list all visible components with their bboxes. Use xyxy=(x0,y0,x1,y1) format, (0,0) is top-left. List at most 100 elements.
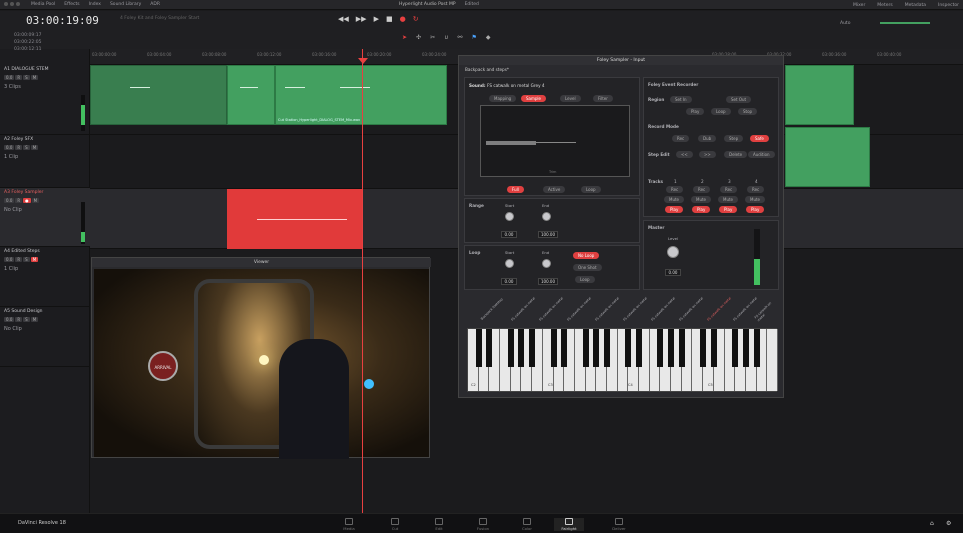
clip-a1-3[interactable]: Cut Station_Hyperlight_DIALOG_STEM_Mix.w… xyxy=(275,65,447,125)
viewer-window[interactable]: Viewer ARRIVAL xyxy=(91,257,431,459)
stop-icon[interactable]: ■ xyxy=(386,15,393,23)
foley-sampler-window[interactable]: Foley Sampler - Input Backpack and steps… xyxy=(458,55,784,398)
snap-icon[interactable]: ∪ xyxy=(444,34,448,41)
region-loop-button[interactable]: Loop xyxy=(711,108,731,115)
clip-a1-4[interactable] xyxy=(785,65,854,125)
metadata-button[interactable]: Metadata xyxy=(905,3,926,8)
meters-button[interactable]: Meters xyxy=(877,3,892,8)
clip-a2-1[interactable] xyxy=(785,127,870,187)
sample-waveform[interactable]: Trim xyxy=(480,105,630,177)
inspector-button[interactable]: Inspector xyxy=(938,3,959,8)
white-key[interactable] xyxy=(767,329,778,391)
black-key[interactable] xyxy=(625,329,632,367)
mixer-button[interactable]: Mixer xyxy=(853,3,865,8)
loop-mode-loop[interactable]: Loop xyxy=(575,276,595,283)
black-key[interactable] xyxy=(678,329,685,367)
loop-end-value[interactable]: 100.00 xyxy=(538,278,558,285)
razor-icon[interactable]: ✂ xyxy=(430,34,435,41)
black-key[interactable] xyxy=(486,329,493,367)
black-key[interactable] xyxy=(710,329,717,367)
clip-a3-1[interactable] xyxy=(227,189,362,249)
page-fusion[interactable]: Fusion xyxy=(468,518,498,531)
flag-icon[interactable]: ⚑ xyxy=(472,34,477,41)
loop-start-value[interactable]: 0.00 xyxy=(501,278,517,285)
page-deliver[interactable]: Deliver xyxy=(604,518,634,531)
fast-forward-icon[interactable]: ▶▶ xyxy=(356,15,367,23)
page-fairlight[interactable]: Fairlight xyxy=(554,518,584,531)
master-volume-slider[interactable] xyxy=(880,22,930,24)
range-end-value[interactable]: 100.00 xyxy=(538,231,558,238)
master-level-knob[interactable] xyxy=(667,246,679,258)
gear-icon[interactable]: ⚙ xyxy=(946,520,951,527)
black-key[interactable] xyxy=(529,329,536,367)
record-mode-rec[interactable]: Rec xyxy=(672,135,690,142)
loop-mode-one-shot[interactable]: One Shot xyxy=(573,264,602,271)
step-back-button[interactable]: << xyxy=(676,151,693,158)
clip-a1-1[interactable] xyxy=(90,65,227,125)
region-stop-button[interactable]: Stop xyxy=(738,108,758,115)
mode-loop[interactable]: Loop xyxy=(581,186,601,193)
loop-mode-no-loop[interactable]: No Loop xyxy=(573,252,600,259)
set-in-button[interactable]: Set In xyxy=(670,96,692,103)
record-icon[interactable]: ● xyxy=(400,15,406,23)
black-key[interactable] xyxy=(657,329,664,367)
piano-keyboard[interactable]: C2 C3 C4 C5 xyxy=(467,328,778,392)
mode-full[interactable]: Full xyxy=(507,186,524,193)
black-key[interactable] xyxy=(507,329,514,367)
black-key[interactable] xyxy=(603,329,610,367)
marker-icon[interactable]: ◆ xyxy=(486,34,491,41)
track-header-a5[interactable]: A5 Sound Design 0.0 R S M No Clip xyxy=(0,307,90,367)
black-key[interactable] xyxy=(668,329,675,367)
loop-start-knob[interactable] xyxy=(505,259,514,268)
tab-filter[interactable]: Filter xyxy=(593,95,613,102)
range-start-knob[interactable] xyxy=(505,212,514,221)
tab-sample[interactable]: Sample xyxy=(521,95,546,102)
index-button[interactable]: Index xyxy=(89,2,101,7)
tab-mapping[interactable]: Mapping xyxy=(489,95,517,102)
playhead-handle[interactable] xyxy=(358,58,368,64)
window-controls[interactable] xyxy=(4,1,22,8)
media-pool-button[interactable]: Media Pool xyxy=(31,2,55,7)
track-header-a3[interactable]: A3 Foley Sampler 0.0 R ● M No Clip xyxy=(0,188,90,247)
master-level-value[interactable]: 0.00 xyxy=(665,269,681,276)
set-out-button[interactable]: Set Out xyxy=(726,96,752,103)
preset-selector[interactable]: Backpack and steps* xyxy=(465,67,509,72)
record-mode-safe[interactable]: Safe xyxy=(750,135,769,142)
link-icon[interactable]: ⚯ xyxy=(458,34,463,41)
page-color[interactable]: Color xyxy=(512,518,542,531)
range-start-value[interactable]: 0.00 xyxy=(501,231,517,238)
black-key[interactable] xyxy=(636,329,643,367)
home-icon[interactable]: ⌂ xyxy=(930,520,934,527)
volume-value[interactable]: 0.0 xyxy=(4,75,15,80)
step-delete-button[interactable]: Delete xyxy=(724,151,748,158)
adr-button[interactable]: ADR xyxy=(150,2,160,7)
black-key[interactable] xyxy=(582,329,589,367)
rewind-icon[interactable]: ◀◀ xyxy=(338,15,349,23)
black-key[interactable] xyxy=(518,329,525,367)
record-mode-step[interactable]: Step xyxy=(724,135,744,142)
sound-library-button[interactable]: Sound Library xyxy=(110,2,141,7)
pointer-icon[interactable]: ➤ xyxy=(402,34,407,41)
track-header-a1[interactable]: A1 DIALOGUE STEM 0.0 R S M 3 Clips xyxy=(0,65,90,135)
region-play-button[interactable]: Play xyxy=(686,108,705,115)
mode-active[interactable]: Active xyxy=(543,186,566,193)
automation-label[interactable]: Auto xyxy=(840,21,850,26)
step-forward-button[interactable]: >> xyxy=(699,151,716,158)
range-end-knob[interactable] xyxy=(542,212,551,221)
track-header-a4[interactable]: A4 Edited Steps 0.0 R S M 1 Clip xyxy=(0,247,90,307)
black-key[interactable] xyxy=(561,329,568,367)
page-edit[interactable]: Edit xyxy=(424,518,454,531)
page-cut[interactable]: Cut xyxy=(380,518,410,531)
timeline-name[interactable]: 4 Foley Kit and Foley Sampler Start xyxy=(120,16,199,21)
black-key[interactable] xyxy=(742,329,749,367)
play-icon[interactable]: ▶ xyxy=(374,15,379,23)
effects-button[interactable]: Effects xyxy=(64,2,79,7)
black-key[interactable] xyxy=(732,329,739,367)
black-key[interactable] xyxy=(753,329,760,367)
playhead[interactable] xyxy=(362,49,363,519)
tab-level[interactable]: Level xyxy=(560,95,581,102)
page-media[interactable]: Media xyxy=(334,518,364,531)
black-key[interactable] xyxy=(550,329,557,367)
record-mode-dub[interactable]: Dub xyxy=(698,135,717,142)
black-key[interactable] xyxy=(700,329,707,367)
